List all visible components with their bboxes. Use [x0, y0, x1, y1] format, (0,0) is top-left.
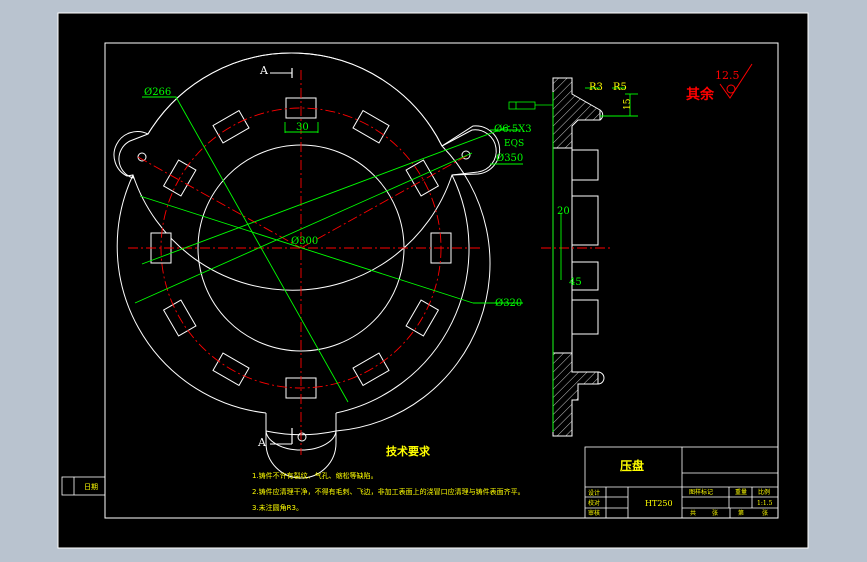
- tech-title: 技术要求: [386, 444, 431, 458]
- dim-15: 15: [623, 98, 633, 110]
- dim-holes: Ø6.5X3: [494, 124, 532, 135]
- section-label-bottom: A: [257, 436, 267, 449]
- tech-item-1: 1.铸件不许有裂纹、气孔、缩松等缺陷。: [252, 471, 378, 480]
- side-stamp-label: 日期: [84, 483, 98, 491]
- tb-sheets-2: 张: [762, 509, 768, 517]
- part-name: 压盘: [620, 458, 644, 473]
- tb-row-check: 校对: [588, 499, 600, 507]
- tb-total: 共: [690, 509, 696, 517]
- section-label-top: A: [259, 64, 269, 77]
- dim-20: 20: [557, 206, 570, 217]
- dim-45: 45: [569, 277, 582, 288]
- tech-item-2: 2.铸件应清理干净，不得有毛刺、飞边，非加工表面上的浇冒口应清理与铸件表面齐平。: [252, 487, 525, 496]
- dim-d350: Ø350: [496, 153, 523, 164]
- tb-row-design: 设计: [588, 489, 600, 497]
- dim-d320: Ø320: [495, 298, 522, 309]
- dim-r5: R5: [613, 82, 627, 93]
- dim-30: 30: [296, 122, 309, 133]
- tech-item-3: 3.未注圆角R3。: [252, 503, 303, 512]
- tb-row-review: 审核: [588, 509, 600, 517]
- tb-col-weight: 重量: [735, 488, 747, 496]
- material: HT250: [645, 499, 673, 508]
- cad-viewport: 日期 A A Ø266 30 Ø6.5X3 EQS Ø350 Ø300 Ø320…: [0, 0, 867, 562]
- dim-d266: Ø266: [144, 87, 171, 98]
- dim-d300: Ø300: [291, 236, 318, 247]
- roughness-label: 其余: [686, 86, 715, 103]
- drawing-canvas: 日期 A A Ø266 30 Ø6.5X3 EQS Ø350 Ø300 Ø320…: [57, 12, 809, 549]
- roughness-value: 12.5: [715, 69, 740, 82]
- dim-eqs: EQS: [504, 139, 524, 149]
- tb-scale-value: 1:1.5: [757, 500, 773, 507]
- tb-col-mark: 图样标记: [689, 488, 713, 496]
- tb-sheets-1: 张: [712, 509, 718, 517]
- tb-number: 第: [738, 509, 744, 517]
- dim-r3: R3: [589, 82, 603, 93]
- tb-col-scale: 比例: [758, 488, 770, 496]
